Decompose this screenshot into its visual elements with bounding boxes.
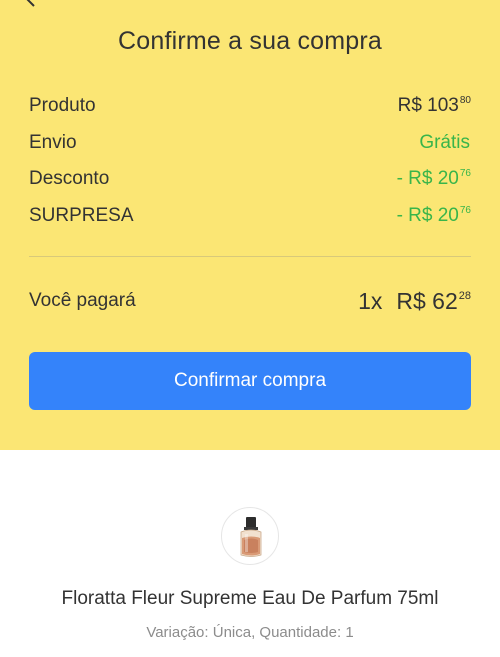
summary-label: SURPRESA [29, 205, 134, 226]
product-variation: Variação: Única, Quantidade: 1 [146, 624, 354, 641]
confirm-purchase-button[interactable]: Confirmar compra [29, 352, 471, 410]
summary-row-surprise: SURPRESA - R$ 2076 [29, 201, 471, 231]
summary-label: Desconto [29, 168, 110, 189]
summary-value: - R$ 2076 [396, 205, 471, 226]
summary-row-product: Produto R$ 10380 [29, 91, 471, 121]
summary-value: R$ 10380 [397, 95, 471, 116]
product-name: Floratta Fleur Supreme Eau De Parfum 75m… [61, 588, 439, 609]
summary-label: Produto [29, 95, 96, 116]
back-arrow-icon[interactable] [22, 0, 40, 8]
product-thumbnail [221, 507, 279, 565]
summary-value: - R$ 2076 [396, 168, 471, 189]
purchase-summary-panel: Confirme a sua compra Produto R$ 10380 E… [0, 0, 500, 450]
summary-value: Grátis [419, 132, 470, 153]
summary-row-shipping: Envio Grátis [29, 128, 471, 158]
summary-row-discount: Desconto - R$ 2076 [29, 164, 471, 194]
total-amount: 1x R$ 6228 [358, 287, 471, 314]
total-quantity: 1x [358, 287, 383, 314]
page-title: Confirme a sua compra [117, 27, 383, 55]
total-row: Você pagará 1x R$ 6228 [29, 284, 471, 318]
summary-divider [29, 256, 471, 257]
perfume-bottle-icon [240, 517, 262, 557]
total-label: Você pagará [29, 290, 136, 311]
summary-label: Envio [29, 132, 77, 153]
